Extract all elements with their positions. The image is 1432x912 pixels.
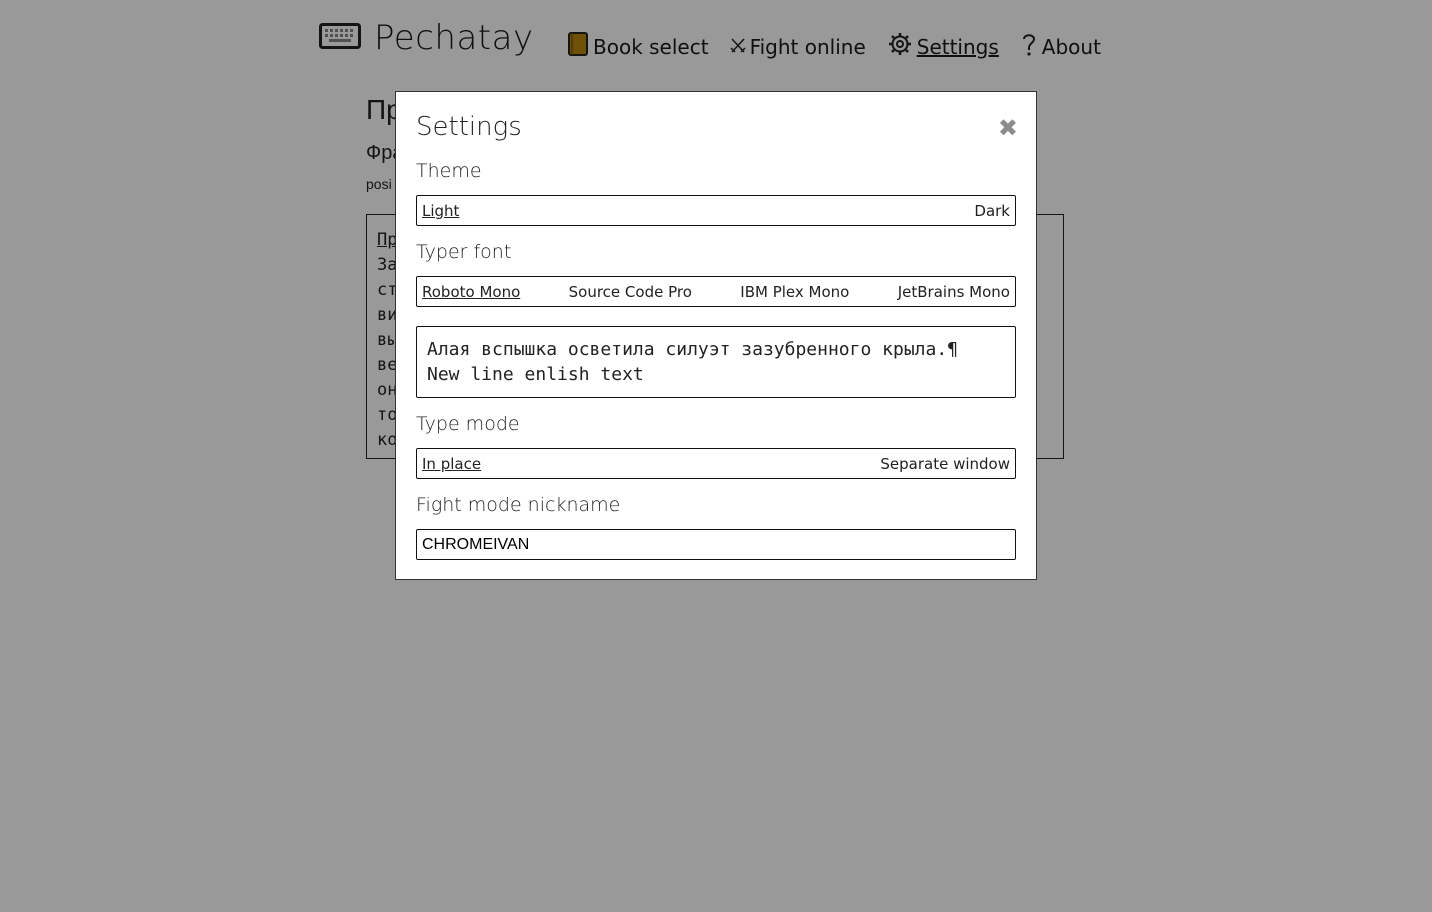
modal-title: Settings <box>416 112 522 142</box>
typer-font-selector: Roboto Mono Source Code Pro IBM Plex Mon… <box>416 276 1016 307</box>
theme-selector: Light Dark <box>416 195 1016 226</box>
font-preview: Алая вспышка осветила силуэт зазубренног… <box>416 326 1016 398</box>
settings-modal: Settings ✖ Theme Light Dark Typer font R… <box>395 91 1037 580</box>
font-option-roboto-mono[interactable]: Roboto Mono <box>422 283 520 301</box>
font-preview-line: Алая вспышка осветила силуэт зазубренног… <box>427 339 959 360</box>
typer-font-label: Typer font <box>416 241 512 263</box>
theme-label: Theme <box>416 160 482 182</box>
nickname-label: Fight mode nickname <box>416 494 621 516</box>
font-option-ibm-plex-mono[interactable]: IBM Plex Mono <box>740 283 849 301</box>
type-mode-option-separate-window[interactable]: Separate window <box>880 455 1010 473</box>
type-mode-label: Type mode <box>416 413 520 435</box>
theme-option-dark[interactable]: Dark <box>974 202 1010 220</box>
theme-option-light[interactable]: Light <box>422 202 459 220</box>
type-mode-selector: In place Separate window <box>416 448 1016 479</box>
close-icon[interactable]: ✖ <box>998 116 1018 140</box>
page: Pechatay Book select Fight online Settin… <box>0 0 1432 912</box>
nickname-input[interactable] <box>416 529 1016 560</box>
type-mode-option-in-place[interactable]: In place <box>422 455 481 473</box>
font-preview-line: New line enlish text <box>427 364 644 385</box>
font-option-jetbrains-mono[interactable]: JetBrains Mono <box>898 283 1010 301</box>
font-option-source-code-pro[interactable]: Source Code Pro <box>569 283 692 301</box>
